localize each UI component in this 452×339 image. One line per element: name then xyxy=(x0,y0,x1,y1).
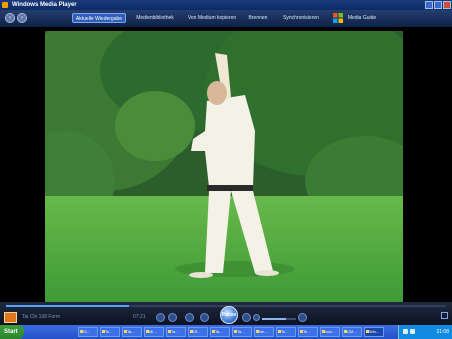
volume-level xyxy=(262,318,286,320)
fullscreen-icon[interactable] xyxy=(441,312,448,319)
app-icon xyxy=(300,330,303,333)
video-area xyxy=(0,27,452,302)
taskbar-item[interactable]: Ta... xyxy=(122,327,142,337)
mute-button[interactable] xyxy=(253,314,260,321)
time-readout: 07:21 xyxy=(133,314,146,320)
app-icon xyxy=(124,330,127,333)
media-player-icon xyxy=(2,2,8,8)
tab-media-guide[interactable]: Media Guide xyxy=(344,13,380,23)
taskbar-item-label: Of... xyxy=(193,329,201,334)
taskbar-item-label: Mi... xyxy=(149,329,157,334)
tab-burn[interactable]: Brennen xyxy=(245,13,271,23)
taskbar-item[interactable]: Te... xyxy=(100,327,120,337)
tab-rip[interactable]: Von Medium kopieren xyxy=(184,13,240,23)
taskbar-item-label: cod... xyxy=(325,329,335,334)
taskbar-item-label: Ta... xyxy=(237,329,245,334)
taskbar-item[interactable]: Win... xyxy=(364,327,384,337)
app-icon xyxy=(190,330,193,333)
app-icon xyxy=(146,330,149,333)
window-title: Windows Media Player xyxy=(12,2,77,8)
back-button[interactable]: ‹ xyxy=(5,13,15,23)
taskbar-item[interactable]: Gi... xyxy=(78,327,98,337)
taskbar-item-label: Ta... xyxy=(215,329,223,334)
taskbar-item[interactable]: Te... xyxy=(276,327,296,337)
taskbar-item-label: Win... xyxy=(369,329,380,334)
taskbar-item-label: Te... xyxy=(303,329,311,334)
taskbar-item-label: CM... xyxy=(347,329,357,334)
taskbar-item[interactable]: Te... xyxy=(298,327,318,337)
taskbar-item-label: Te... xyxy=(105,329,113,334)
taskbar-item[interactable]: Ta... xyxy=(232,327,252,337)
volume-knob[interactable] xyxy=(298,313,307,322)
minimize-button[interactable] xyxy=(425,1,433,9)
clock: 21:08 xyxy=(436,329,449,335)
app-icon xyxy=(366,330,369,333)
network-icon[interactable] xyxy=(403,329,408,334)
video-content-image xyxy=(45,31,403,302)
seek-progress xyxy=(6,305,130,307)
taskbar-item-label: Ta... xyxy=(127,329,135,334)
shuffle-button[interactable] xyxy=(156,313,165,322)
app-icon xyxy=(212,330,215,333)
taskbar-item-label: Ne... xyxy=(259,329,268,334)
taskbar-item-label: Ta... xyxy=(171,329,179,334)
app-icon xyxy=(256,330,259,333)
now-playing-icon[interactable] xyxy=(4,312,17,323)
app-icon xyxy=(234,330,237,333)
taskbar-item[interactable]: Ta... xyxy=(210,327,230,337)
start-button[interactable]: Start xyxy=(0,325,24,339)
taskbar-item[interactable]: CM... xyxy=(342,327,362,337)
app-icon xyxy=(344,330,347,333)
taskbar: Start Gi... Te... Ta... Mi... Ta... Of... Ta..… xyxy=(0,325,452,339)
play-pause-button[interactable]: Pause xyxy=(220,306,238,324)
taskbar-item-label: Gi... xyxy=(83,329,91,334)
forward-button[interactable]: › xyxy=(17,13,27,23)
app-icon xyxy=(168,330,171,333)
video-frame[interactable] xyxy=(45,31,403,302)
system-tray: 21:08 xyxy=(398,325,452,339)
next-button[interactable] xyxy=(242,313,251,322)
maximize-button[interactable] xyxy=(434,1,442,9)
volume-slider[interactable] xyxy=(262,318,296,320)
taskbar-item[interactable]: Ta... xyxy=(166,327,186,337)
taskbar-item-label: Te... xyxy=(281,329,289,334)
tab-now-playing[interactable]: Aktuelle Wiedergabe xyxy=(72,13,126,23)
close-button[interactable] xyxy=(443,1,451,9)
now-playing-text: Tai Chi 108 Form xyxy=(22,314,61,320)
app-icon xyxy=(322,330,325,333)
stop-button[interactable] xyxy=(185,313,194,322)
volume-tray-icon[interactable] xyxy=(410,329,415,334)
app-icon xyxy=(80,330,83,333)
taskbar-item[interactable]: Mi... xyxy=(144,327,164,337)
navigation-bar: ‹ › Aktuelle Wiedergabe Medienbibliothek… xyxy=(0,10,452,27)
taskbar-item[interactable]: Ne... xyxy=(254,327,274,337)
previous-button[interactable] xyxy=(200,313,209,322)
tab-sync[interactable]: Synchronisieren xyxy=(280,13,322,23)
app-icon xyxy=(102,330,105,333)
tab-library[interactable]: Medienbibliothek xyxy=(132,13,178,23)
taskbar-item[interactable]: cod... xyxy=(320,327,340,337)
windows-logo-icon xyxy=(333,13,343,23)
app-icon xyxy=(278,330,281,333)
window-controls xyxy=(425,1,451,9)
repeat-button[interactable] xyxy=(168,313,177,322)
taskbar-item[interactable]: Of... xyxy=(188,327,208,337)
title-bar: Windows Media Player xyxy=(0,0,452,10)
